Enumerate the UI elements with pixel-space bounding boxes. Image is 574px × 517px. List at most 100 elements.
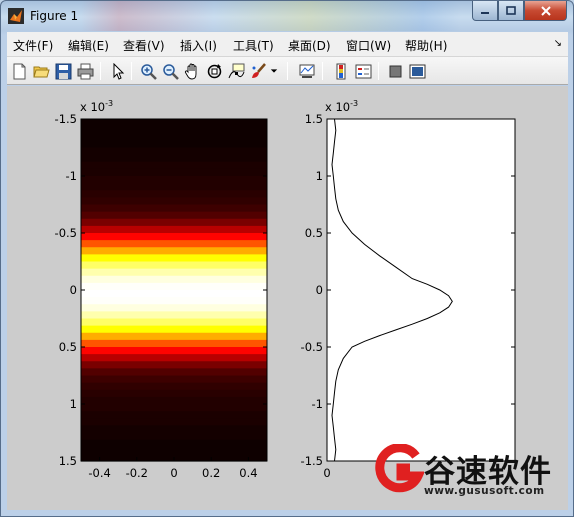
hand-icon <box>184 63 196 79</box>
insert-colorbar-button[interactable] <box>331 61 351 81</box>
rotate-3d-button[interactable] <box>204 61 224 81</box>
zoom-in-icon <box>140 63 157 80</box>
heatmap-cell <box>81 347 267 355</box>
heatmap-cell <box>81 268 267 277</box>
heatmap-cell <box>81 290 267 298</box>
new-figure-button[interactable] <box>9 61 29 81</box>
menu-edit[interactable]: 编辑(E) <box>68 37 109 54</box>
heatmap-cell <box>81 211 267 220</box>
print-button[interactable] <box>75 61 95 81</box>
y-tick-label: -1.5 <box>301 454 323 468</box>
new-file-icon <box>13 63 25 79</box>
rotate-icon <box>207 63 221 78</box>
watermark-url: www.gususoft.com <box>424 485 545 497</box>
y-tick-label: 1 <box>316 169 323 183</box>
toolbar-separator <box>100 62 101 80</box>
heatmap-cell <box>81 176 267 184</box>
heatmap-cell <box>81 282 267 291</box>
window-title: Figure 1 <box>30 9 79 23</box>
heatmap-cell <box>81 396 267 405</box>
matlab-icon <box>8 8 24 24</box>
heatmap-cell <box>81 133 267 141</box>
menu-help[interactable]: 帮助(H) <box>405 37 447 54</box>
zoom-out-button[interactable] <box>160 61 180 81</box>
y-tick-label: -0.5 <box>55 226 77 240</box>
y-tick-label: -0.5 <box>301 340 323 354</box>
y-tick-label: 0.5 <box>59 340 77 354</box>
window-controls <box>472 1 567 21</box>
maximize-button[interactable] <box>498 1 524 21</box>
watermark-logo <box>375 444 424 493</box>
show-plot-tools-button[interactable] <box>407 61 427 81</box>
heatmap-cell <box>81 254 267 263</box>
close-icon <box>540 5 551 16</box>
x-tick-label: 0 <box>170 466 177 480</box>
y-tick-label: 0 <box>316 283 323 297</box>
watermark: 谷速软件 www.gususoft.com <box>374 444 564 506</box>
menu-file[interactable]: 文件(F) <box>13 37 53 54</box>
y-tick-label: 0 <box>70 283 77 297</box>
heatmap-cell <box>81 168 267 177</box>
x-tick-label: -0.2 <box>126 466 148 480</box>
y-tick-label: 1.5 <box>305 112 323 126</box>
heatmap-exponent-label: x 10-3 <box>80 99 113 114</box>
heatmap-cell <box>81 325 267 334</box>
brush-dropdown[interactable] <box>268 61 280 81</box>
toolbar-separator <box>322 62 323 80</box>
edit-plot-button[interactable] <box>108 61 128 81</box>
heatmap-cell <box>81 432 267 441</box>
heatmap-cell <box>81 154 267 163</box>
y-tick-label: -1 <box>66 169 77 183</box>
brush-icon <box>251 62 266 78</box>
heatmap-cell <box>81 318 267 327</box>
x-tick-label: 0.4 <box>239 466 257 480</box>
heatmap-cell <box>81 332 267 341</box>
close-button[interactable] <box>524 1 567 21</box>
heatmap-cell <box>81 439 267 448</box>
data-cursor-button[interactable] <box>226 61 246 81</box>
y-tick-label: 1 <box>70 397 77 411</box>
heatmap-cell <box>81 354 267 362</box>
menu-tools[interactable]: 工具(T) <box>233 37 274 54</box>
link-plot-button[interactable] <box>297 61 317 81</box>
line-axes-box <box>326 118 516 462</box>
figure-canvas: -1.5 -1 -0.5 0 0.5 1 1.5 -0.4 -0.2 0 0.2 0.4 x 10-… <box>7 86 568 510</box>
menu-desktop[interactable]: 桌面(D) <box>288 37 331 54</box>
menu-view[interactable]: 查看(V) <box>123 37 165 54</box>
heatmap-cell <box>81 218 267 227</box>
figure-toolbar <box>7 57 568 85</box>
heatmap-cell <box>81 304 267 312</box>
minimize-button[interactable] <box>472 1 498 21</box>
heatmap-cell <box>81 368 267 377</box>
heatmap-cell <box>81 225 267 234</box>
figure-window: Figure 1 文件(F) 编辑(E) 查看(V) 插入(I) 工具(T) 桌… <box>0 0 574 517</box>
menu-overflow-icon[interactable]: ↘ <box>554 38 562 49</box>
heatmap-cell <box>81 240 267 248</box>
maximize-icon <box>506 5 516 15</box>
menu-window[interactable]: 窗口(W) <box>346 37 391 54</box>
heatmap-cell <box>81 311 267 320</box>
brush-button[interactable] <box>248 61 268 81</box>
insert-legend-button[interactable] <box>353 61 373 81</box>
heatmap-cell <box>81 140 267 149</box>
menu-insert[interactable]: 插入(I) <box>180 37 217 54</box>
hide-plot-tools-button[interactable] <box>385 61 405 81</box>
save-button[interactable] <box>53 61 73 81</box>
heatmap-cells <box>81 119 267 462</box>
heatmap-cell <box>81 382 267 391</box>
line-exponent-label: x 10-3 <box>325 99 358 114</box>
arrow-pointer-icon <box>113 62 124 80</box>
open-file-button[interactable] <box>31 61 51 81</box>
zoom-in-button[interactable] <box>138 61 158 81</box>
x-tick-label: -0.4 <box>88 466 110 480</box>
x-tick-label: 0 <box>323 466 330 480</box>
toolbar-separator <box>287 62 288 80</box>
heatmap-axes: -1.5 -1 -0.5 0 0.5 1 1.5 -0.4 -0.2 0 0.2 0.4 x 10-… <box>55 99 268 480</box>
heatmap-cell <box>81 275 267 284</box>
title-bar-background <box>81 1 461 31</box>
title-bar[interactable]: Figure 1 <box>1 1 573 31</box>
hide-plot-tools-icon <box>389 65 401 77</box>
pan-button[interactable] <box>182 61 202 81</box>
line-axes: 1.5 1 0.5 0 -0.5 -1 -1.5 0 x 10-3 <box>301 99 516 480</box>
heatmap-cell <box>81 389 267 398</box>
